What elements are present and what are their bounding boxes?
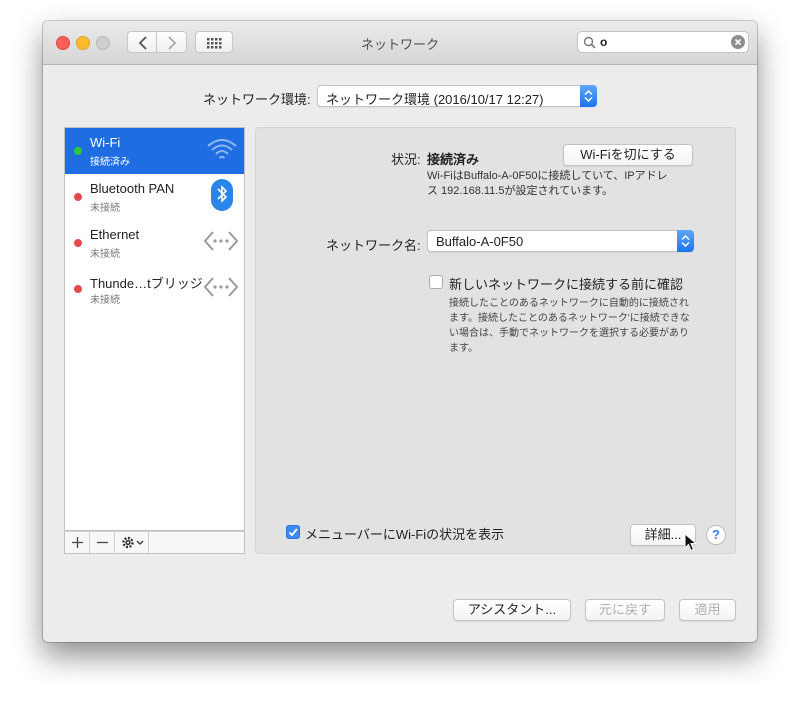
- apply-button[interactable]: 適用: [679, 599, 736, 621]
- ask-to-join-description-line-4: ます。: [449, 343, 478, 354]
- service-status: 未接続: [90, 203, 120, 214]
- toggle-wifi-button[interactable]: Wi-Fiを切にする: [563, 144, 693, 166]
- add-service-button[interactable]: [65, 532, 90, 553]
- select-arrows-icon: [677, 230, 694, 252]
- service-actions-menu-button[interactable]: [115, 532, 149, 553]
- wifi-detail-panel: 状況: 接続済み Wi-Fiを切にする Wi-FiはBuffalo-A-0F50…: [255, 127, 736, 554]
- service-name: Bluetooth PAN: [90, 181, 175, 196]
- status-description-line-1: Wi-FiはBuffalo-A-0F50に接続していて、IPアドレ: [427, 170, 668, 182]
- service-list: Wi-Fi 接続済み Bluetooth PAN 未接続 Ethernet 未接…: [64, 127, 245, 531]
- service-item-thunderbolt-bridge[interactable]: Thunde…tブリッジ 未接続: [65, 266, 244, 312]
- network-preferences-window: ネットワーク ネットワーク環境: ネットワーク環境 (2016/10/17 12…: [43, 21, 757, 642]
- service-list-toolbar: [64, 531, 245, 554]
- select-arrows-icon: [580, 85, 597, 107]
- wifi-icon: [207, 139, 237, 159]
- gear-icon: [122, 536, 144, 549]
- ask-to-join-description-line-1: 接続したことのあるネットワークに自動的に接続され: [449, 298, 689, 309]
- clear-search-icon[interactable]: [731, 35, 745, 49]
- status-dot: [74, 239, 82, 247]
- revert-button[interactable]: 元に戻す: [585, 599, 665, 621]
- show-wifi-in-menubar-label: メニューバーにWi-Fiの状況を表示: [305, 527, 505, 542]
- status-description-line-2: ス 192.168.11.5が設定されています。: [427, 185, 614, 197]
- service-name: Thunde…tブリッジ: [90, 276, 203, 291]
- service-status: 未接続: [90, 295, 120, 306]
- ethernet-icon: [203, 231, 239, 251]
- status-dot: [74, 193, 82, 201]
- search-input[interactable]: [600, 34, 720, 50]
- service-status: 接続済み: [90, 157, 130, 168]
- plus-icon: [72, 537, 83, 548]
- ask-to-join-label: 新しいネットワークに接続する前に確認: [449, 277, 684, 292]
- service-name: Wi-Fi: [90, 135, 121, 150]
- location-label: ネットワーク環境:: [203, 92, 311, 107]
- network-name-select[interactable]: Buffalo-A-0F50: [427, 230, 694, 252]
- status-label: 状況:: [391, 152, 421, 167]
- mouse-cursor-icon: [684, 533, 698, 552]
- location-select[interactable]: ネットワーク環境 (2016/10/17 12:27): [317, 85, 597, 107]
- search-icon: [583, 36, 596, 49]
- ask-to-join-description-line-2: ます。接続したことのあるネットワーク'に接続できな: [449, 313, 690, 324]
- service-item-ethernet[interactable]: Ethernet 未接続: [65, 220, 244, 266]
- titlebar: ネットワーク: [43, 21, 757, 65]
- status-value: 接続済み: [427, 152, 480, 167]
- search-field[interactable]: [577, 31, 749, 53]
- ask-to-join-description-line-3: い場合は、手動でネットワークを選択する必要があり: [449, 328, 689, 339]
- status-dot: [74, 147, 82, 155]
- minus-icon: [97, 541, 108, 544]
- status-dot: [74, 285, 82, 293]
- ask-to-join-checkbox[interactable]: [429, 275, 443, 289]
- bluetooth-icon: [211, 179, 233, 211]
- service-item-bluetooth-pan[interactable]: Bluetooth PAN 未接続: [65, 174, 244, 220]
- service-name: Ethernet: [90, 227, 140, 242]
- service-status: 未接続: [90, 249, 120, 260]
- network-name-value: Buffalo-A-0F50: [436, 234, 524, 249]
- network-name-label: ネットワーク名:: [326, 238, 421, 253]
- checkmark-icon: [288, 528, 298, 537]
- assistant-button[interactable]: アシスタント...: [453, 599, 571, 621]
- location-selected-value: ネットワーク環境 (2016/10/17 12:27): [326, 92, 544, 107]
- remove-service-button[interactable]: [90, 532, 115, 553]
- show-wifi-in-menubar-checkbox[interactable]: [286, 525, 300, 539]
- help-button[interactable]: ?: [706, 525, 726, 545]
- service-item-wifi[interactable]: Wi-Fi 接続済み: [65, 128, 244, 174]
- location-row: ネットワーク環境: ネットワーク環境 (2016/10/17 12:27): [43, 85, 757, 109]
- thunderbolt-bridge-icon: [203, 277, 239, 297]
